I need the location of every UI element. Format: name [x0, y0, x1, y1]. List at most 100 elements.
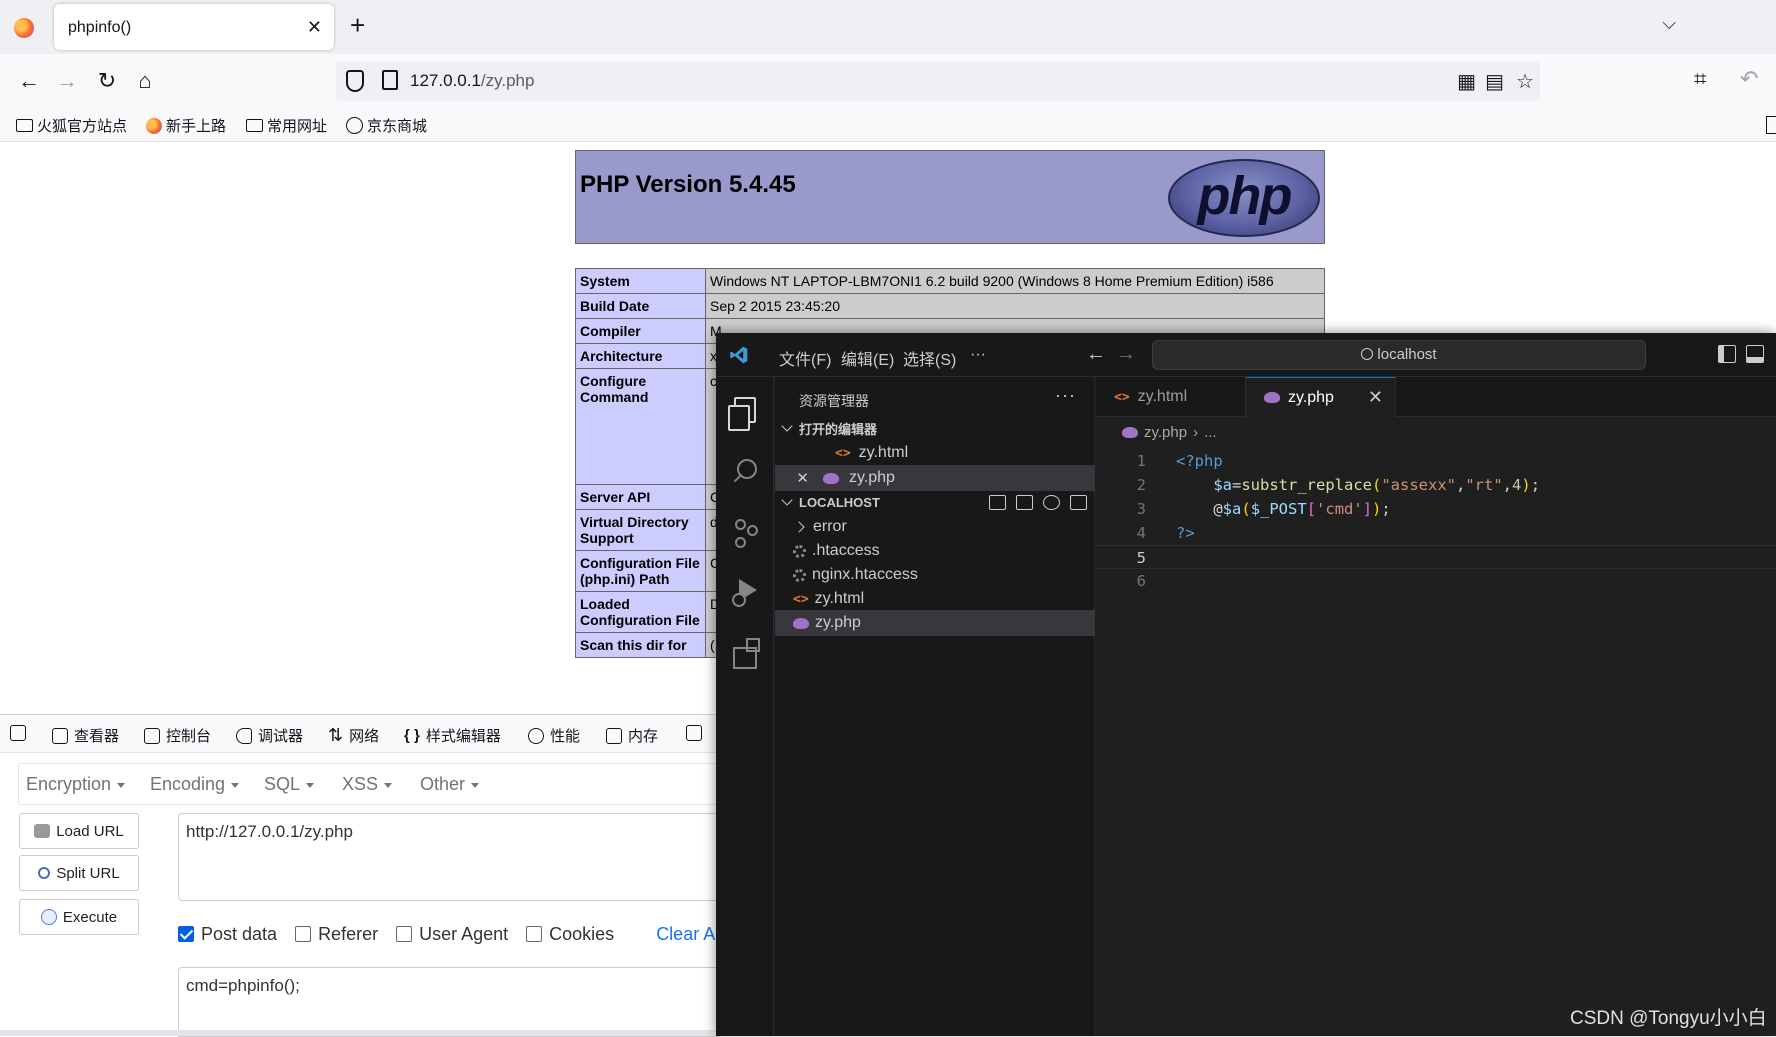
line-number: 6 [1136, 572, 1146, 590]
browser-tab-active[interactable]: phpinfo() ✕ [54, 4, 334, 50]
post-data-checkbox[interactable]: Post data [178, 924, 277, 945]
home-button[interactable]: ⌂ [130, 66, 160, 96]
caret-down-icon [384, 782, 393, 788]
tab-network[interactable]: ⇅ 网络 [328, 725, 379, 746]
load-url-button[interactable]: Load URL [19, 813, 139, 849]
more-actions-icon[interactable]: ··· [1055, 385, 1076, 406]
watermark-text: CSDN @Tongyu小小白 [1570, 1008, 1767, 1029]
file-item[interactable]: zy.php [775, 610, 1095, 636]
qr-code-icon[interactable]: ▦ [1457, 69, 1476, 94]
editor-tab-zy-html[interactable]: <> zy.html [1096, 377, 1246, 417]
clear-all-link[interactable]: Clear Al [656, 924, 719, 945]
tab-memory[interactable]: 内存 [606, 725, 658, 746]
table-row: System Windows NT LAPTOP-LBM7ONI1 6.2 bui… [575, 268, 1325, 294]
row-key: Configure Command [575, 368, 706, 485]
php-logo: php [1168, 159, 1320, 237]
command-center-search[interactable]: localhost [1152, 340, 1646, 370]
file-item[interactable]: .htaccess [775, 538, 1095, 564]
menu-more[interactable]: ··· [970, 346, 986, 364]
code-line: 1 <?php [1096, 449, 1776, 473]
search-icon[interactable] [731, 457, 759, 485]
tab-style-editor[interactable]: { } 样式编辑器 [404, 725, 501, 746]
url-input[interactable]: http://127.0.0.1/zy.php [178, 813, 720, 901]
php-file-icon [793, 617, 809, 629]
run-debug-icon[interactable] [731, 577, 759, 607]
file-item[interactable]: <> zy.html [775, 586, 1095, 612]
post-data-input[interactable]: cmd=phpinfo(); [178, 967, 720, 1037]
tracking-shield-icon[interactable] [346, 70, 364, 92]
firefox-icon [146, 117, 162, 134]
element-picker-icon[interactable] [10, 725, 26, 741]
new-tab-button[interactable]: + [350, 12, 365, 38]
tab-console[interactable]: 控制台 [144, 725, 211, 746]
list-all-tabs-chevron-icon[interactable]: ⌵ [1662, 13, 1676, 34]
status-strip [0, 1030, 720, 1036]
sidebar-toggle-icon[interactable] [1766, 116, 1776, 134]
menu-sql[interactable]: SQL [264, 765, 315, 803]
code-line: 2 $a=substr_replace("assexx","rt",4); [1096, 473, 1776, 497]
back-button[interactable]: ← [14, 66, 44, 96]
breadcrumb-symbols[interactable]: ... [1204, 424, 1217, 441]
referer-checkbox[interactable]: Referer [295, 924, 378, 945]
tab-performance[interactable]: 性能 [528, 725, 580, 746]
close-tab-icon[interactable]: ✕ [307, 17, 322, 38]
reader-view-icon[interactable]: ▤ [1485, 69, 1504, 94]
close-editor-icon[interactable]: ✕ [775, 469, 809, 487]
cursor-icon [10, 725, 26, 741]
forward-arrow-icon[interactable]: → [1116, 343, 1136, 366]
editor-tab-zy-php[interactable]: zy.php ✕ [1246, 377, 1396, 417]
extensions-icon[interactable] [731, 637, 760, 669]
new-folder-icon[interactable] [1016, 494, 1033, 510]
menu-file[interactable]: 文件(F) [779, 346, 831, 370]
explorer-files-icon[interactable] [728, 397, 756, 431]
code-editor[interactable]: 1 <?php 2 $a=substr_replace("assexx","rt… [1096, 449, 1776, 593]
file-item[interactable]: nginx.htaccess [775, 562, 1095, 588]
reload-button[interactable]: ↻ [92, 66, 122, 96]
open-editor-item[interactable]: <> zy.html [775, 440, 1095, 466]
menu-other[interactable]: Other [420, 765, 480, 803]
refresh-icon[interactable] [1043, 494, 1060, 510]
close-tab-icon[interactable]: ✕ [1368, 387, 1383, 408]
split-url-button[interactable]: Split URL [19, 855, 139, 891]
undo-arrow-icon[interactable]: ↶ [1740, 66, 1758, 92]
firefox-logo-icon[interactable] [14, 18, 34, 38]
source-control-icon[interactable] [731, 517, 759, 545]
address-bar[interactable]: 127.0.0.1/zy.php ▦ ▤ ☆ [336, 61, 1540, 101]
folder-item[interactable]: error [775, 514, 1095, 540]
bookmark-item[interactable]: 火狐官方站点 [16, 115, 127, 136]
screenshot-crop-icon[interactable]: ⌗ [1694, 66, 1706, 92]
editor-tab-bar: <> zy.html zy.php ✕ [1096, 377, 1776, 417]
toggle-sidebar-icon[interactable] [1718, 345, 1736, 363]
user-agent-checkbox[interactable]: User Agent [396, 924, 508, 945]
execute-button[interactable]: Execute [19, 899, 139, 935]
workspace-section[interactable]: LOCALHOST [775, 489, 1095, 515]
new-file-icon[interactable] [989, 494, 1006, 510]
open-editor-item[interactable]: ✕ zy.php [775, 465, 1095, 491]
globe-icon [346, 117, 363, 134]
collapse-all-icon[interactable] [1070, 494, 1087, 510]
menu-encryption[interactable]: Encryption [26, 765, 126, 803]
bookmark-star-icon[interactable]: ☆ [1516, 69, 1534, 94]
cookies-checkbox[interactable]: Cookies [526, 924, 614, 945]
bookmark-item[interactable]: 京东商城 [346, 115, 427, 136]
open-editors-section[interactable]: 打开的编辑器 [775, 415, 1095, 441]
tab-storage[interactable] [686, 725, 702, 741]
forward-button[interactable]: → [52, 66, 82, 96]
bookmark-item[interactable]: 新手上路 [146, 115, 226, 136]
url-text[interactable]: 127.0.0.1/zy.php [410, 71, 534, 91]
breadcrumb-file[interactable]: zy.php [1144, 424, 1187, 441]
menu-xss[interactable]: XSS [342, 765, 393, 803]
bookmark-item[interactable]: 常用网址 [246, 115, 327, 136]
menu-edit[interactable]: 编辑(E) [841, 346, 894, 370]
tab-inspector[interactable]: 查看器 [52, 725, 119, 746]
menu-encoding[interactable]: Encoding [150, 765, 240, 803]
row-key: Server API [575, 484, 706, 510]
page-info-icon[interactable] [382, 70, 398, 90]
row-key: Virtual Directory Support [575, 509, 706, 551]
tab-debugger[interactable]: 调试器 [236, 725, 303, 746]
back-arrow-icon[interactable]: ← [1086, 343, 1106, 366]
menu-selection[interactable]: 选择(S) [903, 346, 956, 370]
toggle-panel-icon[interactable] [1746, 345, 1764, 363]
gear-icon [793, 544, 806, 558]
code-line: 6 [1096, 569, 1776, 593]
